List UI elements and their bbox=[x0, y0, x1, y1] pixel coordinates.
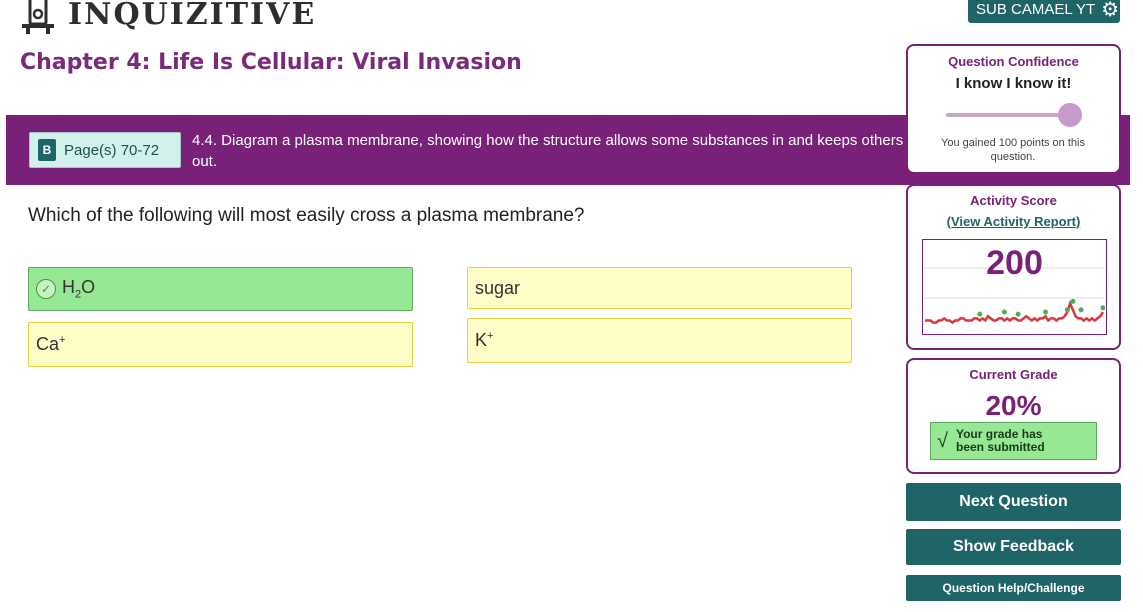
confidence-value: I know I know it! bbox=[955, 75, 1072, 92]
page-reference-button[interactable]: B Page(s) 70-72 bbox=[29, 132, 181, 168]
grade-value: 20% bbox=[985, 390, 1042, 421]
check-circle-icon: ✓ bbox=[36, 279, 56, 299]
question-help-button[interactable]: Question Help/Challenge bbox=[906, 575, 1121, 601]
activity-correct-point bbox=[1078, 307, 1084, 313]
chapter-title: Chapter 4: Life Is Cellular: Viral Invas… bbox=[20, 50, 522, 75]
activity-history-line bbox=[925, 299, 1105, 325]
activity-correct-point bbox=[1015, 311, 1021, 317]
grade-title: Current Grade bbox=[969, 367, 1058, 382]
answer-label: Ca+ bbox=[36, 334, 66, 354]
grade-submitted-badge: √ Your grade has been submitted bbox=[930, 422, 1097, 460]
question-text: Which of the following will most easily … bbox=[28, 205, 585, 226]
next-question-button[interactable]: Next Question bbox=[906, 483, 1121, 521]
view-activity-report-link[interactable]: (View Activity Report) bbox=[908, 214, 1119, 229]
activity-correct-point bbox=[1001, 309, 1007, 315]
activity-score-value: 200 bbox=[986, 244, 1043, 282]
activity-correct-point bbox=[1043, 309, 1048, 315]
app-logo: INQUIZITIVE bbox=[18, 0, 316, 34]
user-name: SUB CAMAEL YT bbox=[976, 1, 1096, 18]
confidence-slider-track[interactable] bbox=[946, 113, 1076, 117]
confidence-points-text: You gained 100 points on this question. bbox=[941, 137, 1085, 163]
logo-text: INQUIZITIVE bbox=[68, 0, 317, 32]
activity-correct-point bbox=[1064, 307, 1070, 313]
show-feedback-button[interactable]: Show Feedback bbox=[906, 529, 1121, 565]
activity-score-panel: Activity Score (View Activity Report) 20… bbox=[906, 184, 1121, 350]
answer-option[interactable]: K+ bbox=[467, 318, 852, 363]
activity-correct-point bbox=[977, 311, 983, 317]
answer-label: H2O bbox=[62, 277, 96, 301]
activity-correct-point bbox=[1100, 305, 1105, 311]
activity-score-chart: 200 bbox=[922, 239, 1107, 335]
answer-option[interactable]: Ca+ bbox=[28, 322, 413, 367]
answer-option[interactable]: ✓ H2O bbox=[28, 267, 413, 311]
learning-objective: 4.4. Diagram a plasma membrane, showing … bbox=[192, 132, 904, 170]
current-grade-panel: Current Grade 20% √ Your grade has been s… bbox=[906, 358, 1121, 474]
checkmark-icon: √ bbox=[937, 429, 948, 452]
grade-submitted-text: Your grade has been submitted bbox=[955, 427, 1045, 454]
activity-score-title: Activity Score bbox=[970, 193, 1057, 208]
confidence-slider-thumb[interactable] bbox=[1058, 103, 1082, 127]
question-confidence-panel: Question Confidence I know I know it! Yo… bbox=[906, 44, 1121, 174]
answer-label: K+ bbox=[475, 330, 494, 350]
inquizitive-logo-icon bbox=[22, 0, 54, 34]
page-reference-label: Page(s) 70-72 bbox=[64, 141, 160, 159]
gear-icon: ⚙ bbox=[1101, 0, 1120, 21]
activity-correct-point bbox=[1070, 298, 1076, 304]
user-menu-button[interactable]: SUB CAMAEL YT ⚙ bbox=[968, 0, 1120, 23]
answer-label: sugar bbox=[475, 277, 521, 298]
confidence-title: Question Confidence bbox=[948, 54, 1079, 69]
book-icon: B bbox=[38, 139, 56, 161]
answer-option[interactable]: sugar bbox=[467, 267, 852, 309]
